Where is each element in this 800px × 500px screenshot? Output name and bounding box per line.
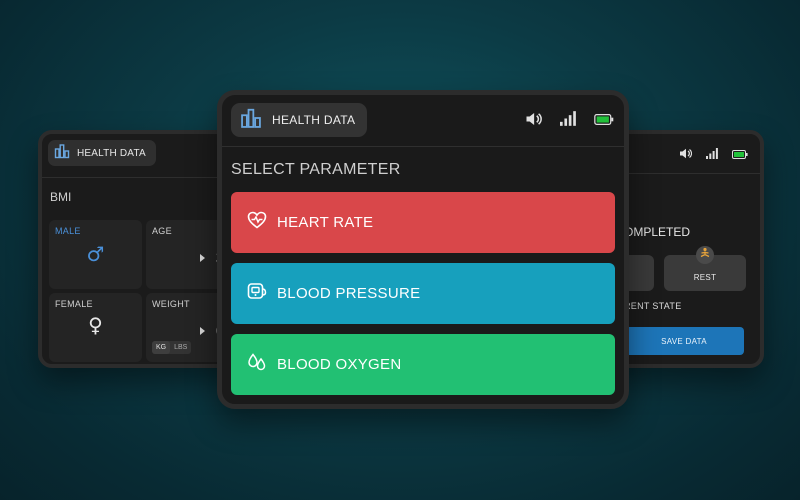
blood-oxygen-label: BLOOD OXYGEN [277,356,402,373]
current-state-label: RENT STATE [624,301,682,311]
signal-icon [706,146,718,164]
status-icons [525,111,614,131]
age-label: AGE [152,226,172,236]
blood-pressure-button[interactable]: BLOOD PRESSURE [231,263,615,324]
unit-toggle[interactable]: KG LBS [152,341,192,354]
center-header: HEALTH DATA [222,95,624,147]
speaker-icon[interactable] [679,146,693,164]
left-brand-label: HEALTH DATA [77,147,146,159]
signal-icon [560,111,576,131]
female-tile[interactable]: FEMALE ♀ [49,293,142,362]
center-device-panel: HEALTH DATA SELECT PARAMETER HEART RATE … [217,90,629,409]
bmi-title: BMI [50,190,72,204]
blood-oxygen-button[interactable]: BLOOD OXYGEN [231,334,615,395]
heart-rate-button[interactable]: HEART RATE [231,192,615,253]
battery-icon [594,112,614,130]
unit-kg[interactable]: KG [152,341,171,354]
meditation-icon [699,246,711,264]
center-health-data-badge[interactable]: HEALTH DATA [231,103,367,137]
left-health-data-badge[interactable]: HEALTH DATA [48,140,156,166]
select-parameter-heading: SELECT PARAMETER [231,161,401,178]
unit-lbs[interactable]: LBS [170,341,191,354]
bar-chart-icon [54,143,70,164]
rest-badge [696,246,714,264]
weight-label: WEIGHT [152,299,190,309]
male-symbol-icon: ♂ [86,242,105,266]
weight-increment-arrow-icon[interactable] [200,327,205,335]
heart-pulse-icon [247,211,267,234]
age-increment-arrow-icon[interactable] [200,254,205,262]
rest-label: REST [693,273,717,282]
speaker-icon[interactable] [525,112,542,131]
female-symbol-icon: ♀ [88,313,103,337]
droplets-icon [247,353,267,376]
save-data-button[interactable]: SAVE DATA [624,327,744,355]
center-brand-label: HEALTH DATA [272,113,356,127]
male-tile[interactable]: MALE ♂ [49,220,142,289]
bar-chart-icon [240,107,262,134]
rest-state-button[interactable]: REST [664,246,746,291]
blood-pressure-label: BLOOD PRESSURE [277,285,421,302]
male-label: MALE [55,226,81,236]
completed-status: OMPLETED [624,225,691,239]
battery-icon [732,146,748,164]
blood-pressure-monitor-icon [247,282,267,305]
female-label: FEMALE [55,299,93,309]
heart-rate-label: HEART RATE [277,214,374,231]
